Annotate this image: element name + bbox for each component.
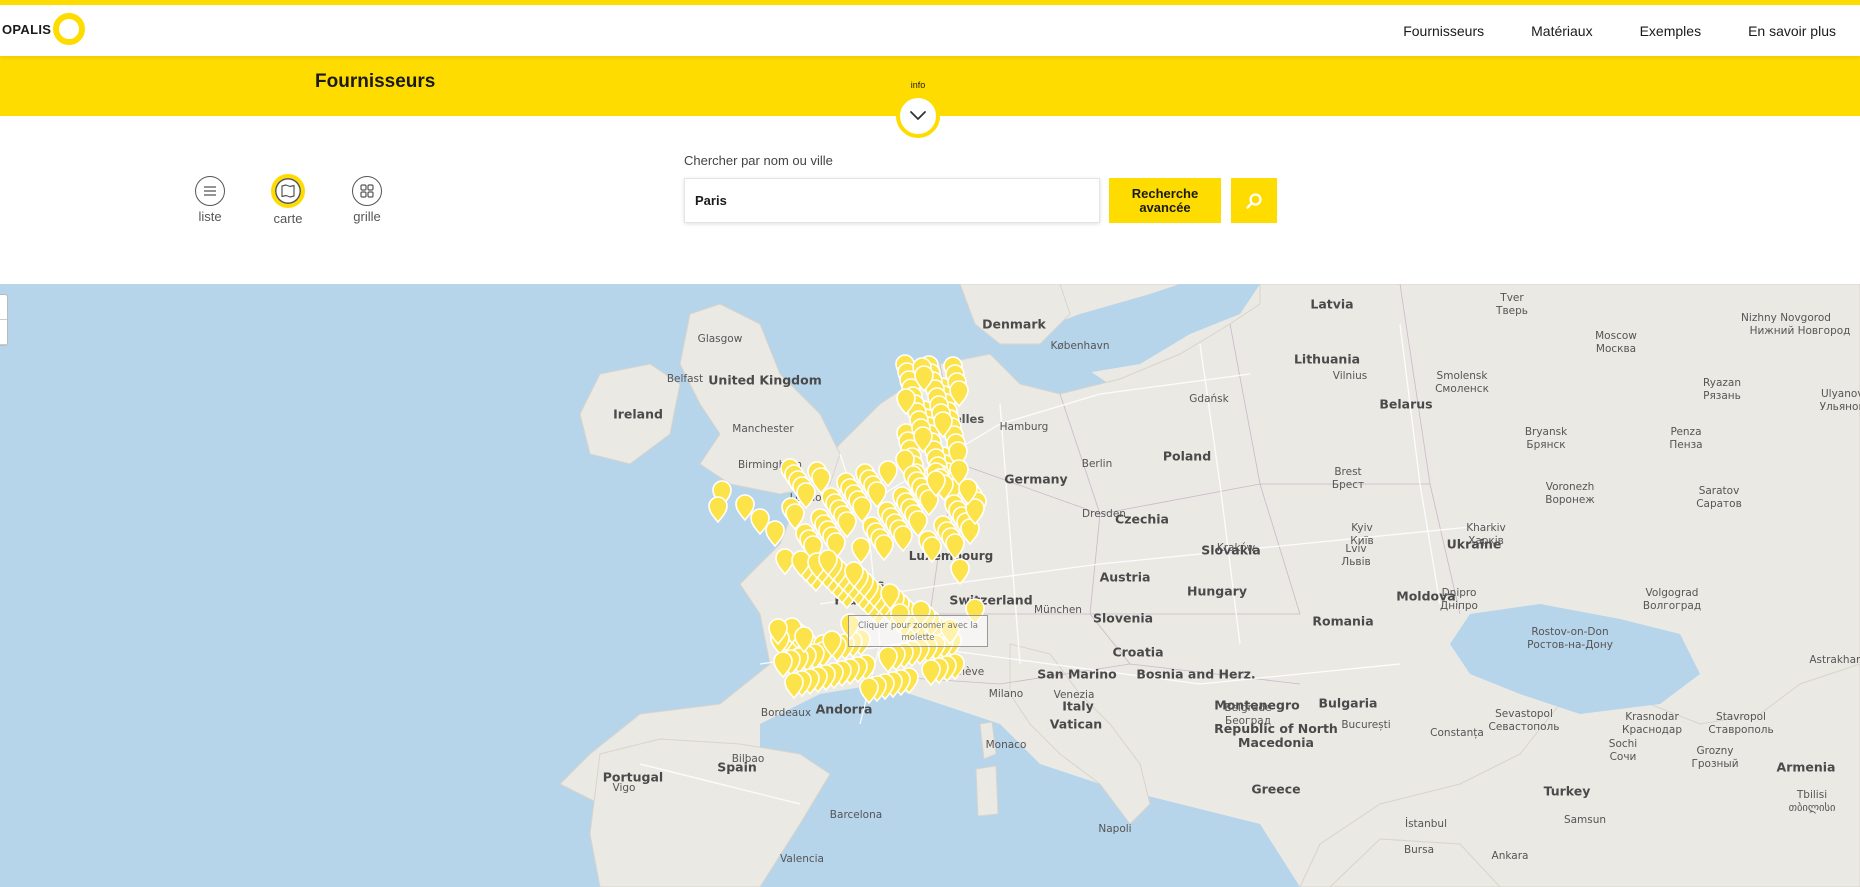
search-icon [1246,192,1262,209]
nav-link-en-savoir-plus[interactable]: En savoir plus [1748,23,1836,39]
search-controls: liste carte grille Chercher par nom ou v… [0,116,1860,284]
zoom-out-button[interactable] [0,320,7,345]
page-title: Fournisseurs [315,71,436,92]
supplier-pin[interactable] [893,525,913,553]
search-button[interactable] [1231,178,1277,223]
grid-icon [360,184,374,198]
view-option-liste[interactable]: liste [180,176,240,224]
nav-link-exemples[interactable]: Exemples [1640,23,1701,39]
main-nav: Fournisseurs Matériaux Exemples En savoi… [1403,5,1860,56]
map-icon [281,184,295,198]
view-circle [271,174,305,208]
supplier-pin[interactable] [874,534,894,562]
logo-text: OPALIS [2,21,52,37]
supplier-pin[interactable] [851,537,871,565]
map-zoom-control[interactable] [0,294,8,346]
scroll-zoom-hint: Cliquer pour zoomer avec la molette [848,615,988,647]
view-option-label: carte [273,211,303,226]
supplier-pin[interactable] [950,558,970,586]
supplier-pin[interactable] [765,520,785,548]
supplier-map[interactable]: Latvia Denmark Lithuania United Kingdom … [0,284,1860,887]
search-input[interactable] [684,178,1100,223]
view-circle [352,176,382,206]
supplier-pin[interactable] [708,496,728,524]
view-option-label: liste [198,209,222,224]
chevron-down-icon [910,111,926,120]
advanced-search-label-line1: Recherche [1131,185,1199,201]
supplier-pin[interactable] [922,536,942,564]
opalis-logo[interactable]: OPALIS [2,13,86,45]
top-navigation-bar: OPALIS Fournisseurs Matériaux Exemples E… [0,0,1860,56]
view-option-carte[interactable]: carte [258,174,318,226]
view-option-grille[interactable]: grille [337,176,397,224]
supplier-pin[interactable] [945,533,965,561]
search-label: Chercher par nom ou ville [684,153,833,168]
nav-link-materiaux[interactable]: Matériaux [1531,23,1592,39]
info-toggle-button[interactable] [896,94,940,138]
info-label: info [910,80,926,90]
nav-link-fournisseurs[interactable]: Fournisseurs [1403,23,1484,39]
view-option-label: grille [353,209,381,224]
advanced-search-button[interactable]: Recherche avancée [1109,178,1221,223]
view-circle [195,176,225,206]
list-icon [204,186,216,196]
advanced-search-label-line2: avancée [1139,199,1191,215]
map-pins-layer [708,354,987,705]
logo-ring-icon [53,13,86,45]
zoom-in-button[interactable] [0,295,7,320]
